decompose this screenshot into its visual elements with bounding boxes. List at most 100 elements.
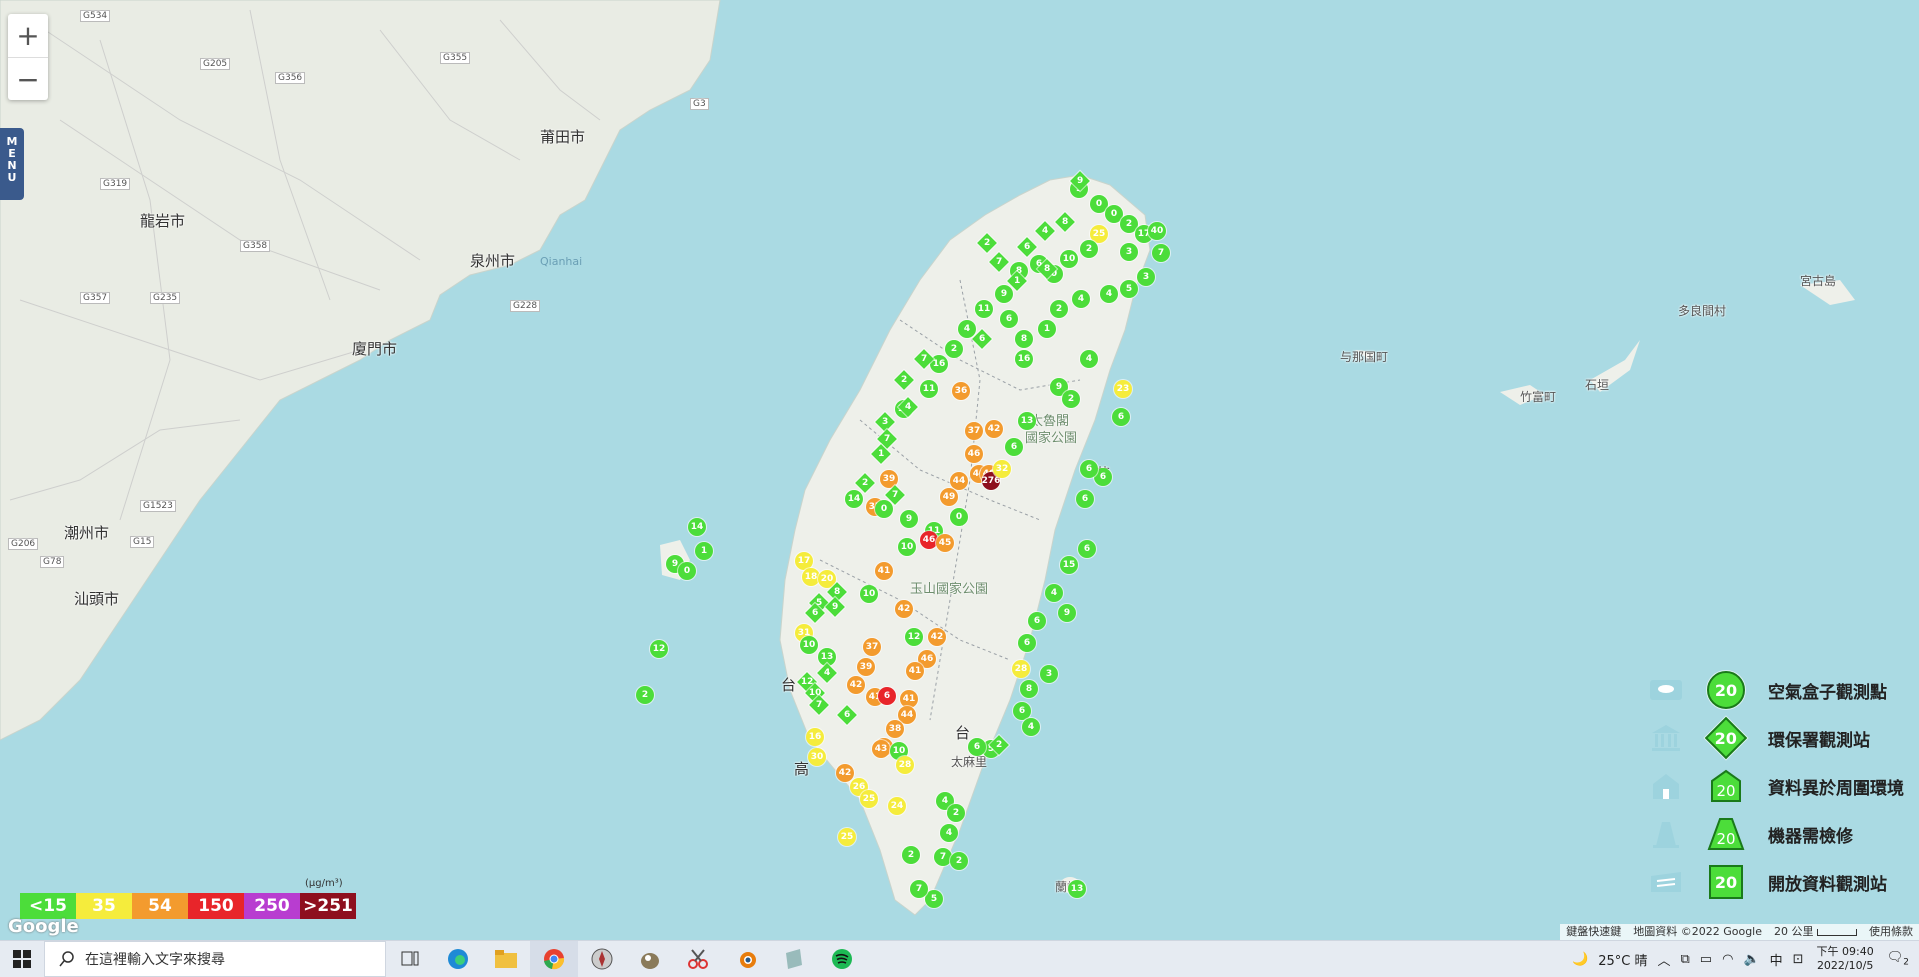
airbox-station-marker[interactable]: 6 [1018,634,1036,652]
google-logo[interactable]: Google [8,916,79,937]
chrome-icon[interactable] [530,941,578,977]
airbox-station-marker[interactable]: 39 [857,658,875,676]
airbox-station-marker[interactable]: 12 [905,628,923,646]
terms-link[interactable]: 使用條款 [1869,924,1913,940]
airbox-station-marker[interactable]: 4 [1045,584,1063,602]
airbox-station-marker[interactable]: 10 [1060,250,1078,268]
airbox-station-marker[interactable]: 42 [928,628,946,646]
airbox-station-marker[interactable]: 4 [1100,285,1118,303]
airbox-station-marker[interactable]: 7 [1152,244,1170,262]
airbox-station-marker[interactable]: 5 [1120,280,1138,298]
airbox-station-marker[interactable]: 6 [1078,540,1096,558]
snipping-tool-icon[interactable] [674,941,722,977]
airbox-station-marker[interactable]: 40 [1148,222,1166,240]
airbox-station-marker[interactable]: 14 [845,490,863,508]
airbox-station-marker[interactable]: 9 [900,510,918,528]
airbox-station-marker[interactable]: 1 [1038,320,1056,338]
airbox-station-marker[interactable]: 46 [965,445,983,463]
airbox-station-marker[interactable]: 49 [940,488,958,506]
clock[interactable]: 下午 09:40 2022/10/5 [1817,945,1874,973]
wifi-icon[interactable]: ◠ [1722,952,1733,967]
airbox-station-marker[interactable]: 42 [985,420,1003,438]
scale-indicator[interactable]: 20 公里 [1774,924,1857,940]
airbox-station-marker[interactable]: 4 [1072,290,1090,308]
airbox-station-marker[interactable]: 2 [945,340,963,358]
ime-indicator[interactable]: 中 [1770,950,1783,969]
airbox-station-marker[interactable]: 4 [1022,718,1040,736]
airbox-station-marker[interactable]: 9 [995,285,1013,303]
airbox-station-marker[interactable]: 9 [1058,604,1076,622]
app-icon[interactable] [770,941,818,977]
chevron-up-icon[interactable]: ︿ [1657,950,1670,969]
airbox-station-marker[interactable]: 7 [934,848,952,866]
airbox-station-marker[interactable]: 0 [678,562,696,580]
epa-station-marker[interactable]: 6 [1017,237,1037,257]
airbox-station-marker[interactable]: 6 [1076,490,1094,508]
airbox-station-marker[interactable]: 6 [878,687,896,705]
airbox-station-marker[interactable]: 2 [1050,300,1068,318]
airbox-station-marker[interactable]: 42 [847,676,865,694]
airbox-station-marker[interactable]: 6 [968,738,986,756]
epa-station-marker[interactable]: 4 [817,663,837,683]
airbox-station-marker[interactable]: 28 [1012,660,1030,678]
spotify-icon[interactable] [818,941,866,977]
airbox-station-marker[interactable]: 6 [1028,612,1046,630]
epa-station-marker[interactable]: 4 [1035,221,1055,241]
airbox-station-marker[interactable]: 3 [1120,243,1138,261]
airbox-station-marker[interactable]: 28 [896,756,914,774]
battery-icon[interactable]: ▭ [1700,952,1712,967]
compass-app-icon[interactable] [578,941,626,977]
airbox-station-marker[interactable]: 36 [952,382,970,400]
task-view-icon[interactable] [386,941,434,977]
epa-station-marker[interactable]: 2 [977,233,997,253]
airbox-station-marker[interactable]: 10 [898,538,916,556]
airbox-station-marker[interactable]: 43 [872,740,890,758]
epa-station-marker[interactable]: 7 [989,252,1009,272]
airbox-station-marker[interactable]: 4 [958,320,976,338]
airbox-station-marker[interactable]: 13 [1018,412,1036,430]
airbox-station-marker[interactable]: 14 [688,518,706,536]
airbox-station-marker[interactable]: 4 [940,824,958,842]
airbox-station-marker[interactable]: 2 [1080,240,1098,258]
airbox-station-marker[interactable]: 8 [1015,330,1033,348]
airbox-station-marker[interactable]: 6 [1112,408,1130,426]
airbox-station-marker[interactable]: 2 [636,686,654,704]
airbox-station-marker[interactable]: 15 [1060,556,1078,574]
airbox-station-marker[interactable]: 10 [800,636,818,654]
airbox-station-marker[interactable]: 7 [910,880,928,898]
moon-weather-icon[interactable]: 🌙 [1572,952,1588,967]
airbox-station-marker[interactable]: 11 [975,300,993,318]
airbox-station-marker[interactable]: 0 [875,500,893,518]
airbox-station-marker[interactable]: 16 [806,728,824,746]
map-view[interactable]: 莆田市 龍岩市 泉州市 Qianhai 廈門市 潮州市 汕頭市 太魯閣 國家公園 玉山國家公園 与那… [0,0,1919,940]
airbox-station-marker[interactable]: 13 [1068,880,1086,898]
epa-station-marker[interactable]: 3 [875,412,895,432]
airbox-station-marker[interactable]: 10 [860,585,878,603]
airbox-station-marker[interactable]: 4 [1080,350,1098,368]
blender-icon[interactable] [722,941,770,977]
airbox-station-marker[interactable]: 42 [836,764,854,782]
airbox-station-marker[interactable]: 2 [950,852,968,870]
airbox-station-marker[interactable]: 24 [888,797,906,815]
airbox-station-marker[interactable]: 23 [1114,380,1132,398]
airbox-station-marker[interactable]: 2 [947,804,965,822]
airbox-station-marker[interactable]: 25 [838,828,856,846]
epa-station-marker[interactable]: 6 [837,705,857,725]
airbox-station-marker[interactable]: 16 [1015,350,1033,368]
airbox-station-marker[interactable]: 6 [1000,310,1018,328]
epa-station-marker[interactable]: 8 [1055,212,1075,232]
taskbar-search-box[interactable]: 在這裡輸入文字來搜尋 [44,941,386,977]
airbox-station-marker[interactable]: 3 [1137,268,1155,286]
airbox-station-marker[interactable]: 2 [902,846,920,864]
airbox-station-marker[interactable]: 3 [1040,665,1058,683]
airbox-station-marker[interactable]: 38 [886,720,904,738]
airbox-station-marker[interactable]: 6 [1080,460,1098,478]
map-data-copyright[interactable]: 地圖資料 ©2022 Google [1633,924,1762,940]
airbox-station-marker[interactable]: 2 [1062,390,1080,408]
airbox-station-marker[interactable]: 11 [920,380,938,398]
airbox-station-marker[interactable]: 37 [863,638,881,656]
airbox-station-marker[interactable]: 12 [650,640,668,658]
airbox-station-marker[interactable]: 8 [1020,680,1038,698]
epa-station-marker[interactable]: 2 [855,473,875,493]
file-explorer-icon[interactable] [482,941,530,977]
